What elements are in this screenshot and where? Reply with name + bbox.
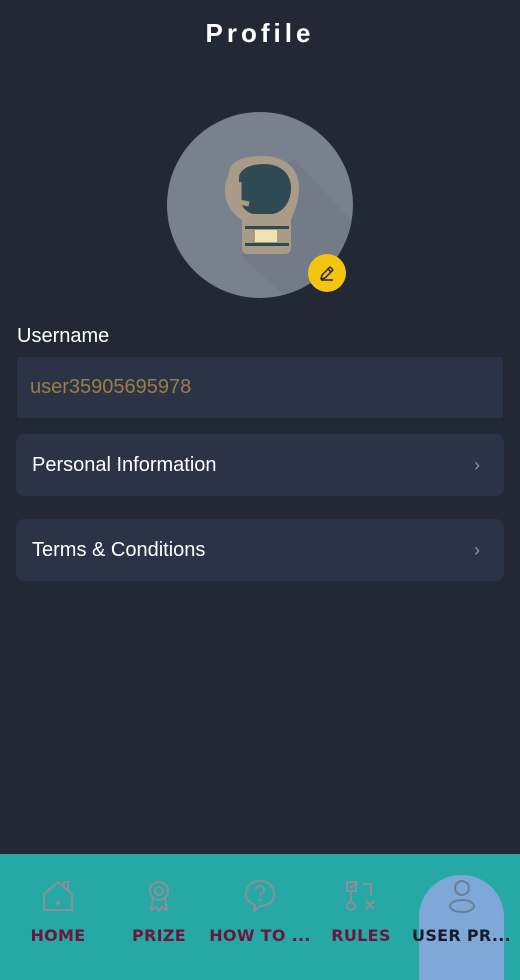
user-icon [448, 880, 475, 913]
bottom-nav: HOME PRIZE HOW TO ... RULES USER PR... [0, 854, 520, 980]
edit-avatar-button[interactable] [308, 254, 346, 292]
nav-home-label: HOME [30, 926, 86, 945]
pencil-icon [320, 266, 334, 281]
nav-home[interactable]: HOME [18, 854, 98, 980]
username-field[interactable]: user35905695978 [17, 357, 503, 418]
personal-information-row[interactable]: Personal Information › [16, 434, 504, 496]
page-title: Profile [205, 18, 315, 48]
chevron-right-icon: › [474, 539, 480, 560]
rules-icon [346, 881, 375, 911]
avatar-container [167, 112, 353, 298]
nav-how-to[interactable]: HOW TO ... [209, 854, 310, 980]
home-icon [43, 881, 73, 911]
award-icon [149, 881, 169, 912]
chevron-right-icon: › [474, 454, 480, 475]
nav-prize[interactable]: PRIZE [119, 854, 199, 980]
nav-rules-label: RULES [331, 926, 391, 945]
username-value: user35905695978 [30, 376, 192, 398]
help-icon [245, 880, 275, 912]
nav-how-to-label: HOW TO ... [209, 926, 311, 945]
nav-user-profile-label: USER PR... [412, 926, 511, 945]
username-label: Username [17, 325, 110, 347]
nav-rules[interactable]: RULES [321, 854, 401, 980]
terms-conditions-row[interactable]: Terms & Conditions › [16, 519, 504, 581]
nav-prize-label: PRIZE [131, 926, 187, 945]
personal-information-label: Personal Information [32, 453, 217, 476]
terms-conditions-label: Terms & Conditions [32, 538, 206, 561]
nav-user-profile[interactable]: USER PR... [412, 854, 511, 980]
